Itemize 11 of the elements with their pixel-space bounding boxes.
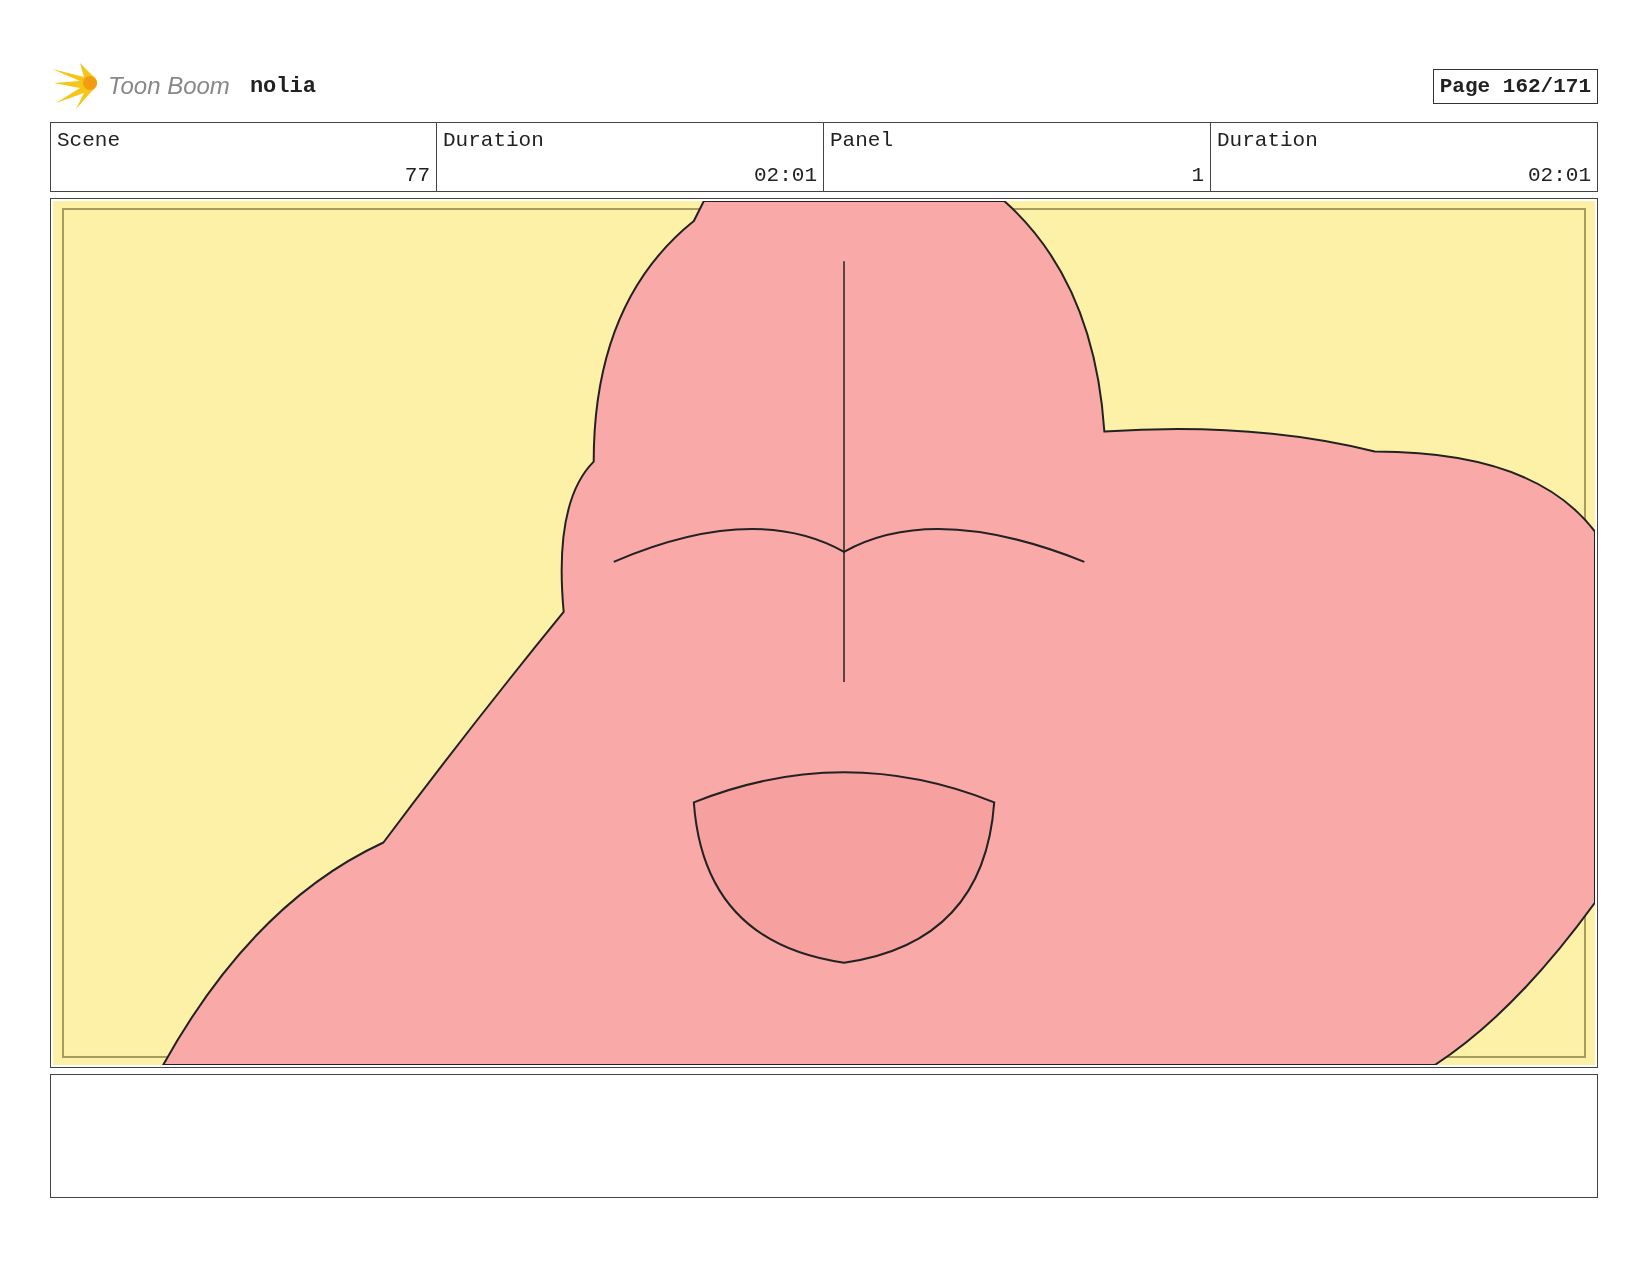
field-label: Panel — [830, 129, 894, 152]
field-value: 02:01 — [1528, 164, 1591, 187]
field-label: Scene — [57, 129, 121, 152]
field-value: 02:01 — [754, 164, 817, 187]
page-number: Page 162/171 — [1432, 68, 1598, 104]
logo-text: Toon Boom — [108, 72, 230, 100]
field-label: Duration — [1217, 129, 1319, 152]
project-name: nolia — [249, 73, 316, 99]
field-label: Duration — [443, 129, 545, 152]
field-value: 1 — [1191, 164, 1204, 187]
field-value: 77 — [404, 164, 430, 187]
